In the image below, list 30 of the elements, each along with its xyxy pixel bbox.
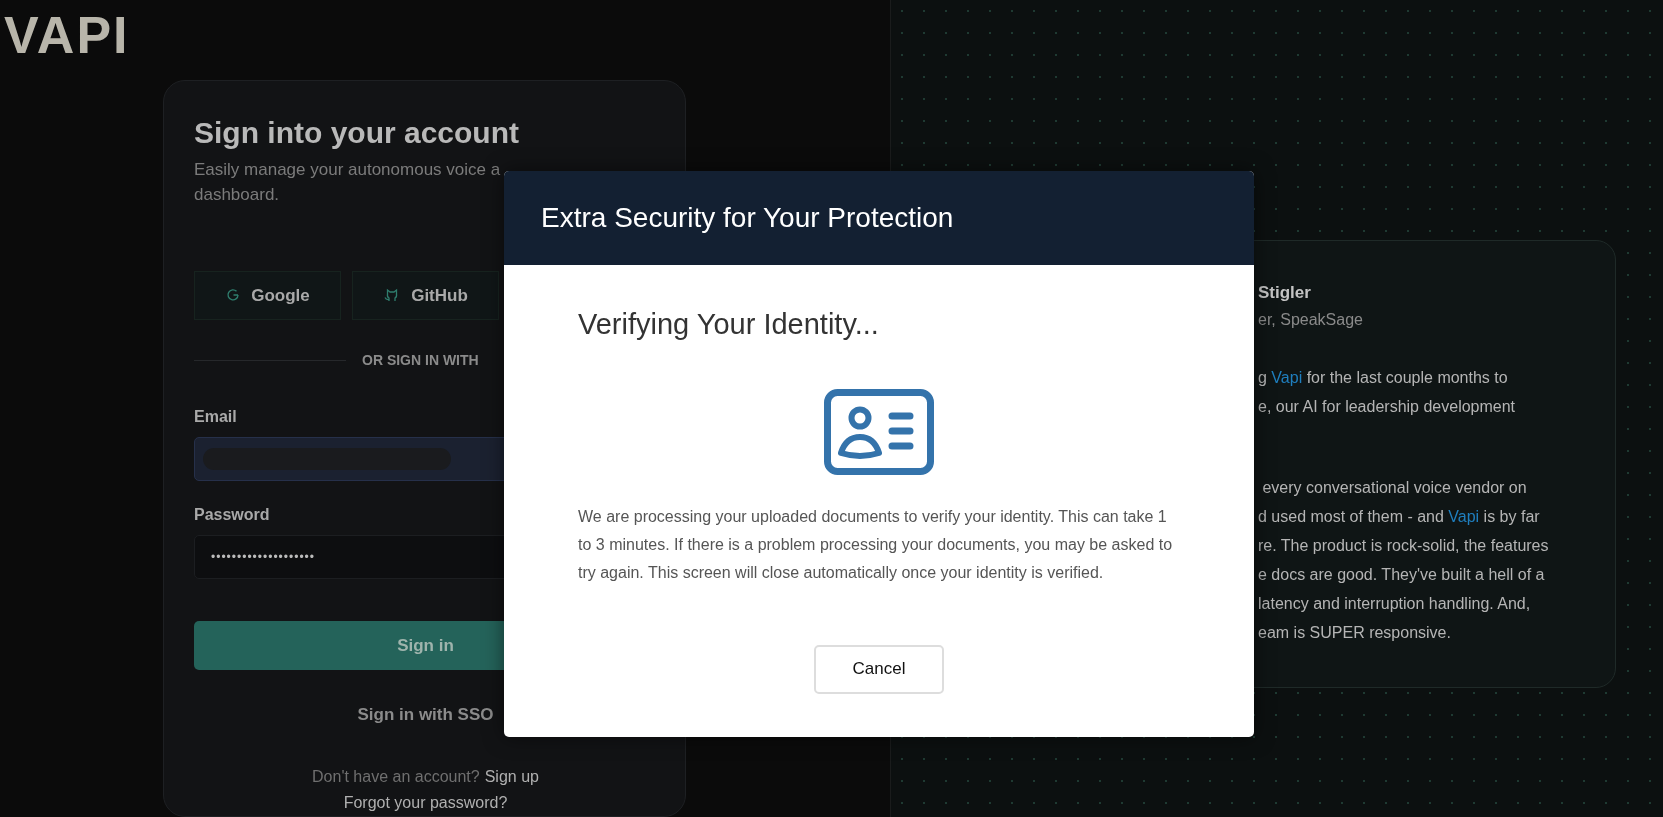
author-name: Stigler <box>1258 282 1311 304</box>
divider-label: OR SIGN IN WITH <box>362 350 479 370</box>
sso-link[interactable]: Sign in with SSO <box>357 701 494 728</box>
vapi-link[interactable]: Vapi <box>1271 369 1303 386</box>
logo: VAPI <box>4 10 130 60</box>
dialog-heading: Verifying Your Identity... <box>578 307 879 342</box>
quote-line: d used most of them - and Vapi is by far <box>1258 507 1540 527</box>
provider-button[interactable]: GitHub <box>352 270 499 320</box>
provider-button[interactable]: Google <box>194 270 341 320</box>
quote-line: latency and interruption handling. And, <box>1258 594 1531 614</box>
quote-line: eam is SUPER responsive. <box>1258 623 1451 643</box>
quote-line: e, our AI for leadership development <box>1258 397 1516 417</box>
card-subtitle: Easily manage your autonomous voice a <box>194 158 501 181</box>
quote-line: e docs are good. They've built a hell of a <box>1258 565 1545 585</box>
card-title: Sign into your account <box>194 114 520 151</box>
card-subtitle: dashboard. <box>194 183 280 206</box>
dialog-title: Extra Security for Your Protection <box>541 201 954 235</box>
google-icon <box>225 287 242 304</box>
cancel-button[interactable]: Cancel <box>814 644 944 694</box>
quote-line: re. The product is rock-solid, the features <box>1258 536 1549 556</box>
email-label: Email <box>194 406 237 427</box>
forgot-password-link[interactable]: Forgot your password? <box>343 791 508 816</box>
quote-line: g Vapi for the last couple months to <box>1258 368 1508 388</box>
password-label: Password <box>194 504 270 525</box>
quote-line: every conversational voice vendor on <box>1261 478 1527 498</box>
signup-prompt: Don't have an account? <box>312 767 480 788</box>
vapi-link[interactable]: Vapi <box>1448 508 1480 525</box>
id-card-icon <box>824 388 934 475</box>
author-role: er, SpeakSage <box>1258 310 1363 330</box>
sign-up-link[interactable]: Sign up <box>484 765 539 790</box>
